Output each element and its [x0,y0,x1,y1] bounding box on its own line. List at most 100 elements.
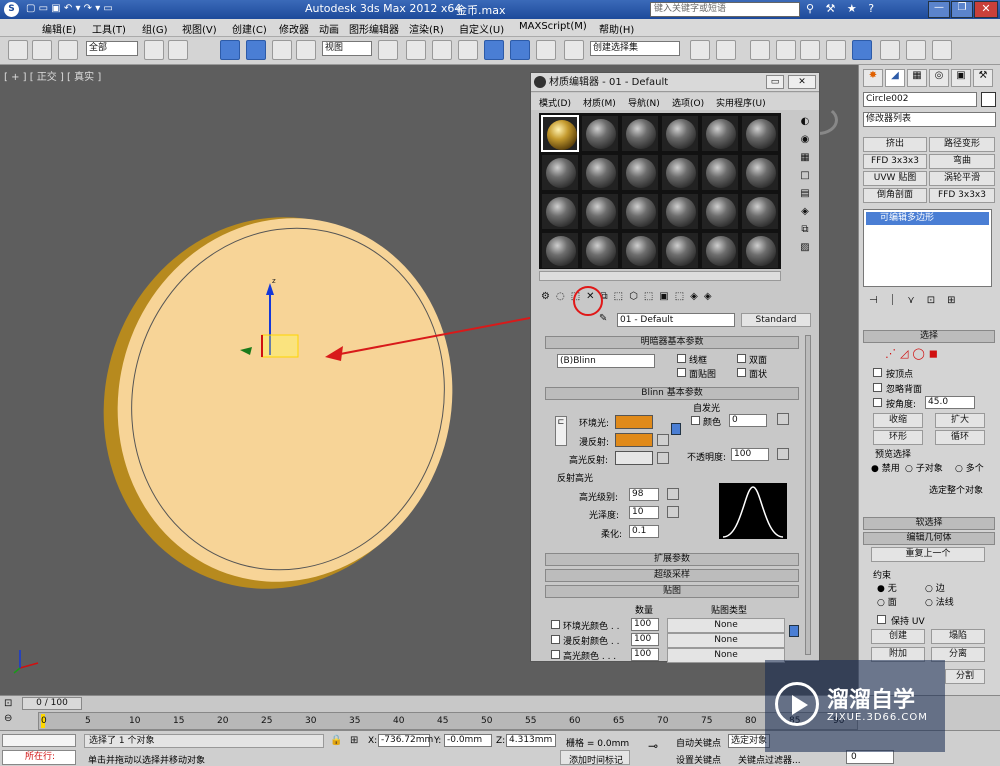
mated-menu-utilities[interactable]: 实用程序(U) [716,96,766,109]
schematic-view-icon[interactable] [826,40,846,60]
opacity-spinner[interactable]: 100 [731,448,769,461]
sample-slot[interactable] [741,154,779,191]
sample-slot[interactable] [661,232,699,269]
sample-slot[interactable] [581,115,619,152]
glossiness-map-button[interactable] [667,506,679,518]
sample-side-tools-icons[interactable]: ◐ ◉ ▦ □ ▤ ◈ ⧉ ▨ [797,113,813,283]
map-diffuse-amount[interactable]: 100 [631,633,659,646]
create-tab-icon[interactable]: ✸ [863,69,883,87]
modifier-bend-button[interactable]: 弯曲 [929,154,995,169]
material-type-button[interactable]: Standard [741,313,811,327]
sample-slot[interactable] [581,154,619,191]
key-icon[interactable]: ⊸ [648,739,668,753]
modifier-ffd2-button[interactable]: FFD 3x3x3 [929,188,995,203]
z-coord-spinner[interactable]: 4.313mm [506,734,556,747]
menu-animation[interactable]: 动画 [319,21,339,36]
utilities-tab-icon[interactable]: ⚒ [973,69,993,87]
rect-selection-icon[interactable] [220,40,240,60]
sample-slot[interactable] [741,193,779,230]
sample-slot[interactable] [541,154,579,191]
rendered-frame-icon[interactable] [906,40,926,60]
menu-customize[interactable]: 自定义(U) [459,21,504,36]
quick-access-icons[interactable]: ▢ ▭ ▣ ↶ ▾ ↷ ▾ ▭ [26,3,136,16]
menu-maxscript[interactable]: MAXScript(M) [519,21,587,32]
opacity-map-button[interactable] [777,448,789,460]
eyedropper-icon[interactable]: ✎ [599,313,613,327]
soften-spinner[interactable]: 0.1 [629,525,659,538]
key-filters-button[interactable]: 关键点过滤器... [738,753,801,766]
material-params-scrollbar[interactable] [805,335,811,655]
preview-multi-radio[interactable]: ○ 多个 [955,461,984,474]
sample-slot[interactable] [541,232,579,269]
material-editor-titlebar[interactable]: 材质编辑器 - 01 - Default ▭ ✕ [531,73,819,92]
by-angle-checkbox[interactable] [873,398,882,407]
sample-slot[interactable] [581,232,619,269]
reference-coord-dropdown[interactable]: 视图 [322,41,372,56]
preserve-uv-checkbox[interactable] [877,615,886,624]
render-setup-icon[interactable] [880,40,900,60]
gizmo-plane[interactable] [261,334,299,358]
key-mode-dropdown[interactable]: 选定对象 [728,734,770,748]
map-lock-icon[interactable] [789,625,799,637]
restore-button[interactable]: ❐ [951,1,973,18]
time-slider[interactable]: 0 / 100 [22,697,82,710]
ignore-backfacing-checkbox[interactable] [873,383,882,392]
create-button[interactable]: 创建 [871,629,925,644]
timeline-lock-icon[interactable]: ⊖ [4,713,18,727]
sample-slot[interactable] [661,154,699,191]
blinn-basic-rollout[interactable]: Blinn 基本参数 [545,387,799,400]
modifier-extrude-button[interactable]: 挤出 [863,137,927,152]
select-manipulate-icon[interactable] [406,40,426,60]
specular-color-swatch[interactable] [615,451,653,465]
spinner-snap-icon[interactable] [536,40,556,60]
map-diffuse-slot[interactable]: None [667,633,785,648]
map-specular-amount[interactable]: 100 [631,648,659,661]
percent-snap-icon[interactable] [510,40,530,60]
x-coord-spinner[interactable]: -736.72mm [378,734,433,747]
sample-slot[interactable] [701,193,739,230]
supersampling-rollout[interactable]: 超级采样 [545,569,799,582]
sample-slot[interactable] [701,115,739,152]
select-scale-icon[interactable] [296,40,316,60]
menu-modifiers[interactable]: 修改器 [279,21,309,36]
modifier-uvw-button[interactable]: UVW 贴图 [863,171,927,186]
sample-slots-hscrollbar[interactable] [539,271,781,281]
maxscript-mini-line[interactable]: 所在行: [2,750,76,765]
diffuse-color-swatch[interactable] [615,433,653,447]
mated-menu-modes[interactable]: 模式(D) [539,96,571,109]
mated-menu-navigation[interactable]: 导航(N) [628,96,660,109]
timeline-track[interactable]: 051015202530354045505560657075808590 [38,712,858,730]
modifier-turbosmooth-button[interactable]: 涡轮平滑 [929,171,995,186]
slice-button[interactable]: 分割 [945,669,985,684]
menu-help[interactable]: 帮助(H) [599,21,634,36]
map-diffuse-checkbox[interactable] [551,635,560,644]
constraint-none-radio[interactable]: ● 无 [877,581,897,594]
y-coord-spinner[interactable]: -0.0mm [444,734,492,747]
coin-face[interactable] [75,178,495,621]
self-illum-spinner[interactable]: 0 [729,414,767,427]
sample-slot[interactable] [621,154,659,191]
grow-button[interactable]: 扩大 [935,413,985,428]
edit-geometry-rollout[interactable]: 编辑几何体 [863,532,995,545]
shader-dropdown[interactable]: (B)Blinn [557,354,655,368]
current-frame-spinner[interactable]: 0 [846,750,894,764]
layer-manager-icon[interactable] [750,40,770,60]
select-rotate-icon[interactable] [272,40,292,60]
material-name-field[interactable]: 01 - Default [617,313,735,327]
shrink-button[interactable]: 收缩 [873,413,923,428]
menu-group[interactable]: 组(G) [142,21,168,36]
faceted-checkbox[interactable] [737,368,746,377]
pivot-center-icon[interactable] [378,40,398,60]
object-color-swatch[interactable] [981,92,996,107]
modifier-list-dropdown[interactable]: 修改器列表 [863,112,996,127]
modify-tab-icon[interactable]: ◢ [885,69,905,87]
repeat-last-button[interactable]: 重复上一个 [871,547,985,562]
set-key-button[interactable]: 设置关键点 [676,753,721,766]
unlink-icon[interactable] [32,40,52,60]
sample-slot[interactable] [701,232,739,269]
mated-close-button[interactable]: ✕ [788,75,816,89]
modifier-bevel-profile-button[interactable]: 倒角剖面 [863,188,927,203]
snaps-toggle-icon[interactable] [458,40,478,60]
angle-spinner[interactable]: 45.0 [925,396,975,409]
lock-diffuse-specular-icon[interactable] [671,423,681,435]
